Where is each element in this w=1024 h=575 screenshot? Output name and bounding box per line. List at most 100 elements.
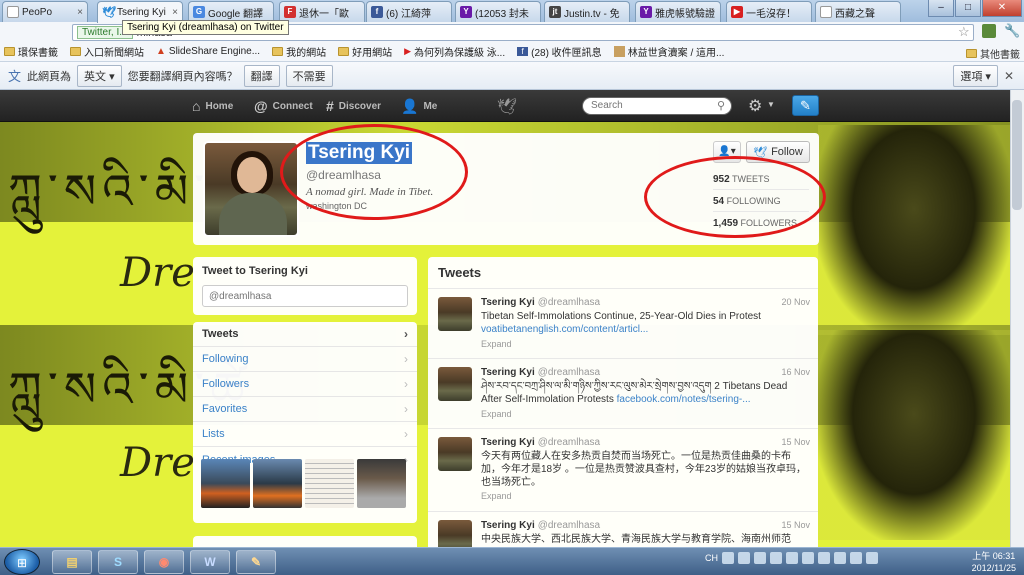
network-icon[interactable] <box>850 552 862 564</box>
gear-icon[interactable]: ⚙ <box>748 96 762 116</box>
close-tab-icon[interactable]: × <box>172 7 178 18</box>
tweet-date[interactable]: 20 Nov <box>781 297 810 307</box>
tray-icon[interactable] <box>818 552 830 564</box>
minimize-button[interactable]: – <box>928 0 954 17</box>
tab-youtube[interactable]: ▶ 一毛沒存！ <box>726 1 812 22</box>
search-input[interactable] <box>591 100 711 111</box>
language-select[interactable]: 英文 ▾ <box>77 64 122 87</box>
search-icon[interactable]: ⚲ <box>717 99 725 112</box>
input-language-indicator[interactable]: CH <box>705 553 718 563</box>
tweet-author-name[interactable]: Tsering Kyi <box>481 297 535 308</box>
avatar[interactable] <box>438 297 472 331</box>
stat-followers[interactable]: 1,459 FOLLOWERS <box>713 212 809 234</box>
bookmark-item[interactable]: ▲ SlideShare Engine... <box>156 46 260 57</box>
user-actions-button[interactable]: 👤▾ <box>713 141 741 163</box>
maximize-button[interactable]: □ <box>955 0 981 17</box>
search-box[interactable]: ⚲ <box>582 97 732 115</box>
menu-item-tweets[interactable]: Tweets › <box>193 322 417 347</box>
avatar[interactable] <box>203 141 299 237</box>
bookmark-star-icon[interactable]: ☆ <box>958 24 970 40</box>
avatar[interactable] <box>438 367 472 401</box>
tab-justintv[interactable]: jt Justin.tv - 免 <box>544 1 630 22</box>
file-explorer-icon[interactable]: ▤ <box>52 550 92 574</box>
word-icon[interactable]: W <box>190 550 230 574</box>
tab-facebook[interactable]: f (6) 江綺萍 <box>366 1 452 22</box>
recent-image[interactable] <box>201 459 250 508</box>
tab-yahoo-account[interactable]: Y 雅虎帳號驗證 <box>635 1 721 22</box>
tweet-date[interactable]: 15 Nov <box>781 437 810 447</box>
tray-icon[interactable] <box>754 552 766 564</box>
menu-item-favorites[interactable]: Favorites › <box>193 397 417 422</box>
extension-icon[interactable] <box>982 24 996 38</box>
avatar[interactable] <box>438 520 472 547</box>
recent-image[interactable] <box>357 459 406 508</box>
close-icon[interactable]: ✕ <box>1004 69 1014 83</box>
tab-peopo[interactable]: PeoPo × <box>2 1 88 22</box>
tweet-author-name[interactable]: Tsering Kyi <box>481 520 535 531</box>
scrollbar-thumb[interactable] <box>1012 100 1022 210</box>
recent-image[interactable] <box>305 459 354 508</box>
bookmark-item[interactable]: 好用網站 <box>338 44 392 59</box>
tab-flipboard[interactable]: F 退休一「歐 <box>279 1 365 22</box>
menu-item-lists[interactable]: Lists › <box>193 422 417 447</box>
tweet-item[interactable]: Tsering Kyi @dreamlhasa 16 Nov ཤེས་རབ་དང་… <box>428 358 818 428</box>
tweet-item[interactable]: Tsering Kyi @dreamlhasa 15 Nov 中央民族大学、西北民… <box>428 511 818 547</box>
nav-me[interactable]: 👤 Me <box>401 98 437 115</box>
bookmark-label: SlideShare Engine... <box>168 46 261 57</box>
stat-tweets[interactable]: 952 TWEETS <box>713 168 809 190</box>
other-bookmarks[interactable]: 其他書籤 <box>966 46 1020 61</box>
tab-yahoo-mail[interactable]: Y (12053 封未 <box>455 1 541 22</box>
bookmark-item[interactable]: f (28) 收件匣訊息 <box>517 44 602 59</box>
expand-link[interactable]: Expand <box>481 409 512 419</box>
menu-item-followers[interactable]: Followers › <box>193 372 417 397</box>
follow-button[interactable]: 🕊 Follow <box>746 141 810 163</box>
nav-home[interactable]: ⌂ Home <box>192 98 233 114</box>
tweet-date[interactable]: 15 Nov <box>781 520 810 530</box>
translate-button[interactable]: 翻譯 <box>243 64 280 87</box>
avatar[interactable] <box>438 437 472 471</box>
tray-icon[interactable] <box>770 552 782 564</box>
close-window-button[interactable]: ✕ <box>982 0 1022 17</box>
tweet-author-name[interactable]: Tsering Kyi <box>481 437 535 448</box>
volume-icon[interactable] <box>866 552 878 564</box>
start-icon[interactable]: ⊞ <box>4 549 40 575</box>
tweet-item[interactable]: Tsering Kyi @dreamlhasa 15 Nov 今天有两位藏人在安多… <box>428 428 818 511</box>
system-clock[interactable]: 上午 06:31 2012/11/25 <box>972 550 1016 574</box>
tray-icon[interactable] <box>738 552 750 564</box>
wrench-menu-icon[interactable]: 🔧 <box>1004 23 1020 39</box>
bookmark-item[interactable]: 我的網站 <box>272 44 326 59</box>
expand-link[interactable]: Expand <box>481 339 512 349</box>
bookmark-item[interactable]: 環保書籤 <box>4 44 58 59</box>
paint-icon[interactable]: ✎ <box>236 550 276 574</box>
bookmark-item[interactable]: ▶ 為何列為保護級 泳... <box>404 44 505 59</box>
translate-options-button[interactable]: 選項 ▾ <box>953 64 998 87</box>
tweet-link[interactable]: voatibetanenglish.com/content/articl... <box>481 324 648 335</box>
stat-following[interactable]: 54 FOLLOWING <box>713 190 809 212</box>
recent-image[interactable] <box>253 459 302 508</box>
bookmark-item[interactable]: 入口新聞網站 <box>70 44 144 59</box>
nav-connect[interactable]: @ Connect <box>254 98 313 114</box>
menu-item-following[interactable]: Following › <box>193 347 417 372</box>
tray-icon[interactable] <box>834 552 846 564</box>
close-tab-icon[interactable]: × <box>77 7 83 18</box>
bookmark-item[interactable]: 林益世貪瀆案 / 這用... <box>613 44 724 59</box>
chrome-icon[interactable]: ◉ <box>144 550 184 574</box>
chevron-down-icon[interactable]: ▼ <box>767 100 775 109</box>
twitter-bird-icon[interactable]: 🕊 <box>497 97 517 117</box>
tweet-item[interactable]: Tsering Kyi @dreamlhasa 20 Nov Tibetan Se… <box>428 288 818 358</box>
expand-link[interactable]: Expand <box>481 491 512 501</box>
tweet-author-name[interactable]: Tsering Kyi <box>481 367 535 378</box>
skype-icon[interactable]: S <box>98 550 138 574</box>
tweet-link[interactable]: facebook.com/notes/tsering-... <box>617 394 751 405</box>
compose-tweet-button[interactable]: ✎ <box>792 95 819 116</box>
no-translate-button[interactable]: 不需要 <box>285 64 333 87</box>
tweet-to-title: Tweet to Tsering Kyi <box>202 265 308 277</box>
tab-google-translate[interactable]: G Google 翻譯 <box>188 1 274 22</box>
tray-icon[interactable] <box>786 552 798 564</box>
tweet-to-input[interactable] <box>202 285 408 307</box>
tweet-date[interactable]: 16 Nov <box>781 367 810 377</box>
tab-voice-of-tibet[interactable]: 西藏之聲 <box>815 1 901 22</box>
tray-icon[interactable] <box>802 552 814 564</box>
tray-icon[interactable] <box>722 552 734 564</box>
nav-discover[interactable]: # Discover <box>326 98 381 114</box>
